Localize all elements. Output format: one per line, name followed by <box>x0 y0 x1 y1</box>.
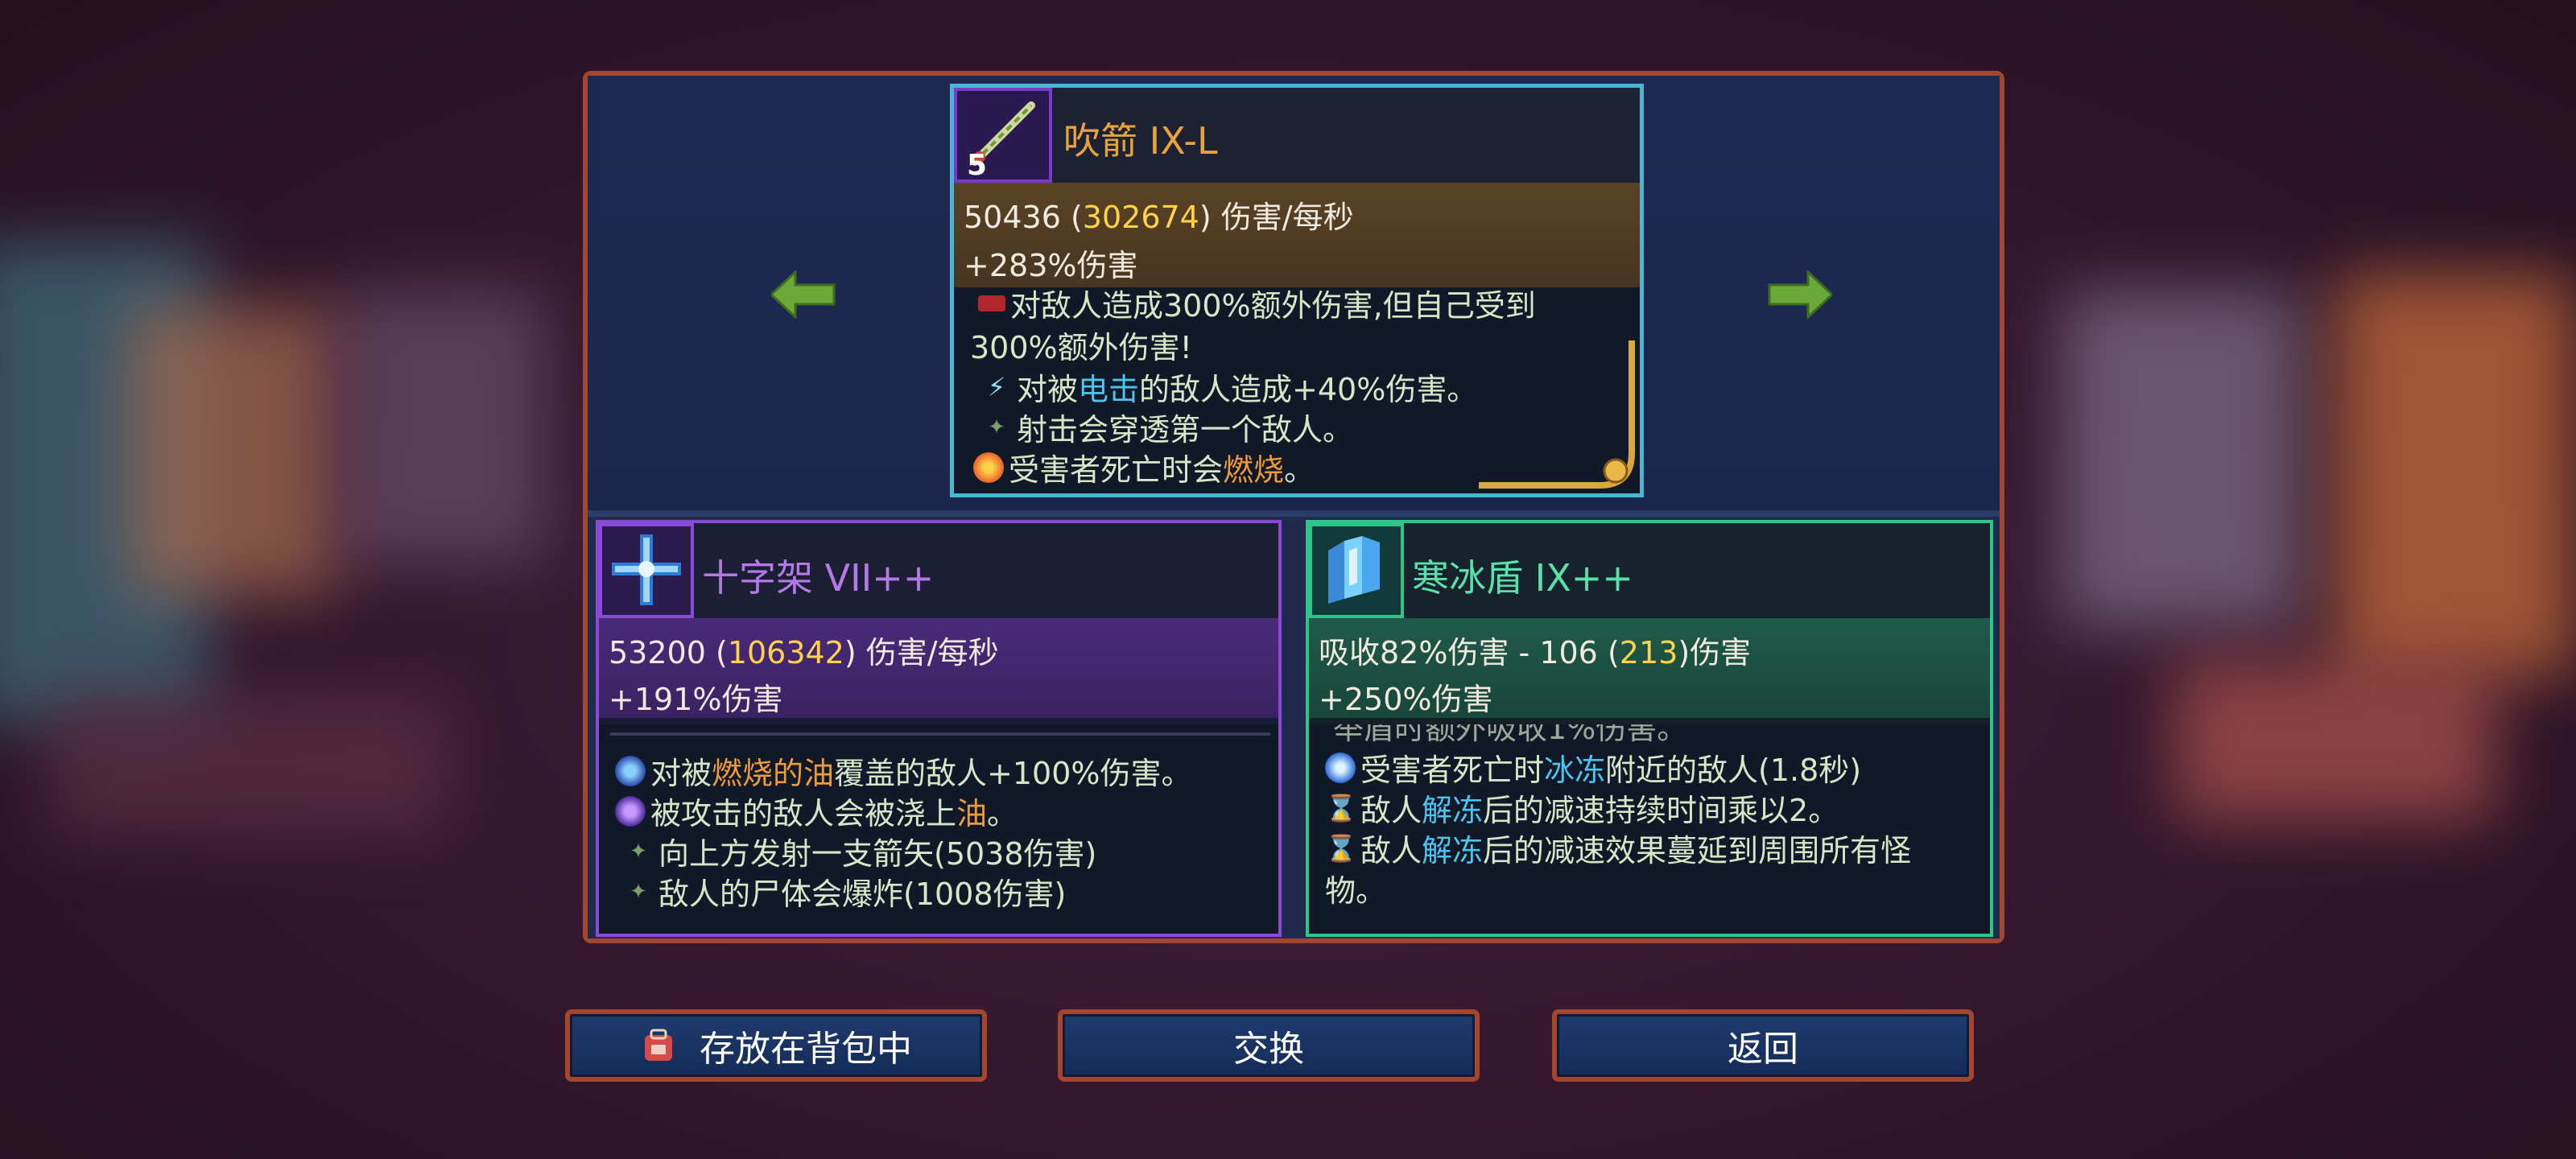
desc-line: 受害者死亡时会 燃烧。 <box>973 445 1315 489</box>
snowflake-icon <box>1325 752 1356 783</box>
equipped-right-absorb: 吸收82%伤害 - 106 (213)伤害 <box>1319 635 1752 670</box>
arrow-right-icon <box>1768 269 1835 320</box>
desc-line: 对敌人造成300%额外伤害,但自己受到 <box>978 287 1536 325</box>
hourglass-icon: ⌛ <box>1325 792 1357 823</box>
swap-button[interactable]: 交换 <box>1058 1009 1480 1082</box>
desc-separator <box>610 732 1270 736</box>
back-button-label: 返回 <box>1728 1029 1798 1070</box>
store-in-backpack-button[interactable]: 存放在背包中 <box>565 1009 987 1082</box>
desc-line: 被攻击的敌人会被浇上油。 <box>615 789 1018 833</box>
legendary-ornament-icon <box>1479 340 1635 489</box>
desc-line: ⌛ 敌人 解冻 后的减速持续时间乘以2。 <box>1325 792 1839 829</box>
desc-line: ✦ 向上方发射一支箭矢(5038伤害) <box>623 829 1096 873</box>
item-compare-panel: 5 吹箭 IX-L 50436 (302674) 伤害/每秒 +283%伤害 对… <box>583 71 2004 943</box>
desc-line: 举盾时额外吸收1%伤害。 <box>1333 724 1688 746</box>
desc-line: ⚡ 对被 电击 的敌人造成+40%伤害。 <box>981 365 1478 409</box>
desc-line: ⌛ 敌人 解冻 后的减速效果蔓延到周围所有怪 <box>1325 832 1912 869</box>
diamond-bullet-icon: ✦ <box>630 839 647 864</box>
panel-divider <box>588 510 2000 517</box>
new-item-dps: 50436 (302674) 伤害/每秒 <box>964 200 1354 235</box>
equipped-left-card[interactable]: 十字架 VII++ 53200 (106342) 伤害/每秒 +191%伤害 对… <box>596 520 1282 937</box>
equipped-left-bonus: +191%伤害 <box>609 682 783 717</box>
lightning-icon: ⚡ <box>987 371 1006 402</box>
equipped-left-stats: 53200 (106342) 伤害/每秒 +191%伤害 <box>599 618 1278 718</box>
new-item-card[interactable]: 5 吹箭 IX-L 50436 (302674) 伤害/每秒 +283%伤害 对… <box>950 84 1644 497</box>
desc-line: ✦ 射击会穿透第一个敌人。 <box>981 405 1353 449</box>
new-item-description: 对敌人造成300%额外伤害,但自己受到 300%额外伤害! ⚡ 对被 电击 的敌人造… <box>954 287 1640 493</box>
equipped-left-dps: 53200 (106342) 伤害/每秒 <box>609 635 999 670</box>
equipped-left-description: 对被 燃烧的油 覆盖的敌人+100%伤害。 被攻击的敌人会被浇上油。 ✦ 向上方发射… <box>599 724 1278 934</box>
prev-item-button[interactable] <box>769 269 836 320</box>
equipped-right-description: 举盾时额外吸收1%伤害。 受害者死亡时 冰冻 附近的敌人(1.8秒) ⌛ 敌人 解冻后… <box>1309 724 1990 934</box>
hourglass-icon: ⌛ <box>1325 832 1357 864</box>
new-item-icon-frame: 5 <box>954 88 1052 183</box>
equipped-right-title-bar <box>1309 523 1990 618</box>
new-item-title-bar <box>954 88 1640 183</box>
oil-burn-icon <box>615 755 646 786</box>
equipped-right-stats: 吸收82%伤害 - 106 (213)伤害 +250%伤害 <box>1309 618 1990 718</box>
desc-line: 300%额外伤害! <box>970 330 1192 365</box>
diamond-bullet-icon: ✦ <box>630 879 647 904</box>
equipped-right-name: 寒冰盾 IX++ <box>1412 556 1633 600</box>
oil-drop-icon <box>615 795 646 827</box>
desc-line: 物。 <box>1325 873 1387 909</box>
equipped-right-card[interactable]: 寒冰盾 IX++ 吸收82%伤害 - 106 (213)伤害 +250%伤害 举… <box>1306 520 1993 937</box>
backpack-icon <box>645 1029 672 1061</box>
equipped-right-icon-frame <box>1309 523 1404 618</box>
swap-button-label: 交换 <box>1233 1029 1304 1070</box>
store-button-label: 存放在背包中 <box>700 1029 912 1070</box>
desc-line: 受害者死亡时 冰冻 附近的敌人(1.8秒) <box>1325 745 1861 790</box>
item-level-badge: 5 <box>967 149 988 182</box>
new-item-bonus: +283%伤害 <box>964 248 1138 283</box>
equipped-right-bonus: +250%伤害 <box>1319 682 1493 717</box>
desc-line: 对被 燃烧的油 覆盖的敌人+100%伤害。 <box>615 749 1192 793</box>
next-item-button[interactable] <box>1768 269 1835 320</box>
back-button[interactable]: 返回 <box>1552 1009 1974 1082</box>
ice-shield-icon <box>1328 536 1380 604</box>
fire-icon <box>973 452 1004 483</box>
curse-icon <box>978 295 1005 311</box>
new-item-name: 吹箭 IX-L <box>1063 119 1218 163</box>
cross-icon <box>612 534 681 605</box>
equipped-left-icon-frame <box>599 523 694 618</box>
diamond-bullet-icon: ✦ <box>988 415 1005 439</box>
arrow-left-icon <box>769 269 836 320</box>
desc-line: ✦ 敌人的尸体会爆炸(1008伤害) <box>623 869 1066 914</box>
equipped-left-name: 十字架 VII++ <box>702 556 935 600</box>
new-item-stats: 50436 (302674) 伤害/每秒 +283%伤害 <box>954 183 1640 287</box>
equipped-left-title-bar <box>599 523 1278 618</box>
